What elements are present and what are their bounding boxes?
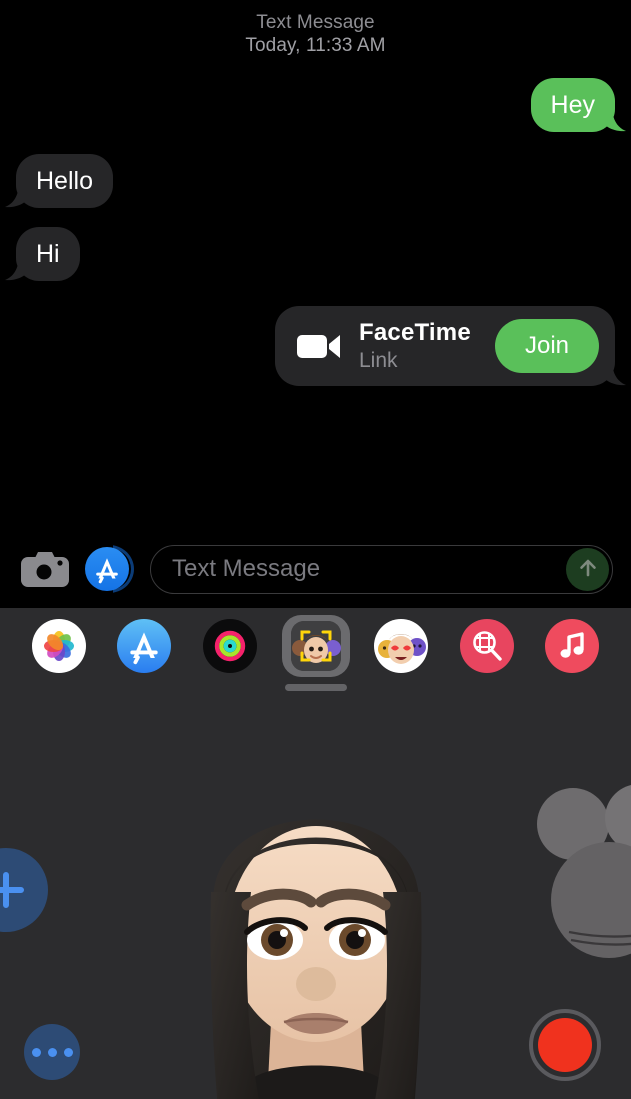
message-input-placeholder: Text Message — [172, 555, 321, 582]
message-row-outgoing: FaceTime Link Join — [0, 306, 631, 386]
thread-header: Text Message Today, 11:33 AM — [0, 0, 631, 57]
conversation-area[interactable]: Text Message Today, 11:33 AM Hey Hello H… — [0, 0, 631, 604]
new-memoji-button[interactable] — [0, 848, 48, 932]
app-drawer-item-app-store[interactable] — [102, 608, 188, 684]
record-dot-icon — [538, 1018, 592, 1072]
record-button[interactable] — [529, 1009, 601, 1081]
more-options-button[interactable] — [24, 1024, 80, 1080]
message-input-bar: Text Message — [0, 534, 631, 604]
message-bubble-hey[interactable]: Hey — [530, 78, 626, 132]
message-text: Hi — [36, 240, 60, 268]
imessage-app-drawer — [0, 608, 631, 716]
send-button[interactable] — [566, 547, 609, 591]
facetime-title: FaceTime — [359, 319, 471, 346]
images-search-icon — [459, 619, 514, 673]
app-drawer-item-memoji[interactable] — [273, 608, 359, 684]
ellipsis-dot-icon — [31, 1047, 41, 1057]
drawer-grabber[interactable] — [284, 684, 347, 691]
message-row-incoming: Hello — [0, 154, 631, 208]
app-drawer-item-emoji-stickers[interactable] — [358, 608, 444, 684]
music-note-icon — [545, 619, 600, 673]
message-bubble-hello[interactable]: Hello — [5, 154, 113, 208]
side-memoji-preview[interactable] — [529, 782, 631, 972]
ellipsis-dot-icon — [63, 1047, 73, 1057]
ellipsis-dot-icon — [47, 1047, 57, 1057]
selected-app-highlight — [281, 615, 350, 677]
message-timestamp: Today, 11:33 AM — [245, 35, 386, 56]
facetime-subtitle: Link — [359, 349, 398, 372]
message-bubble-hi[interactable]: Hi — [5, 227, 80, 281]
arrow-up-icon — [576, 556, 600, 583]
bubble-tail-left-icon — [5, 182, 31, 208]
photos-icon — [31, 619, 86, 673]
app-store-icon[interactable] — [85, 547, 129, 591]
bubble-tail-right-icon — [600, 360, 626, 386]
video-camera-icon — [297, 331, 341, 361]
memoji-icon — [290, 621, 341, 671]
message-row-incoming: Hi — [0, 227, 631, 281]
facetime-link-card[interactable]: FaceTime Link Join — [275, 306, 626, 386]
app-store-icon — [117, 619, 172, 673]
message-type-label: Text Message — [256, 12, 375, 33]
message-text: Hey — [550, 91, 595, 119]
activity-rings-icon — [202, 619, 257, 673]
app-store-button-wrap — [85, 543, 137, 595]
message-text-field[interactable]: Text Message — [150, 544, 613, 594]
app-drawer-row — [0, 608, 631, 684]
memoji-camera-stage — [0, 716, 631, 1099]
app-drawer-item-images[interactable] — [444, 608, 530, 684]
bubble-tail-right-icon — [600, 106, 626, 132]
message-text: Hello — [36, 167, 93, 195]
camera-icon[interactable] — [18, 547, 72, 591]
emoji-stickers-icon — [374, 619, 429, 673]
memoji-avatar[interactable] — [151, 722, 481, 1099]
join-button[interactable]: Join — [494, 319, 599, 373]
app-drawer-item-music[interactable] — [529, 608, 615, 684]
bubble-tail-left-icon — [5, 255, 31, 281]
app-drawer-item-photos[interactable] — [16, 608, 102, 684]
message-row-outgoing: Hey — [0, 78, 631, 132]
app-drawer-item-fitness[interactable] — [187, 608, 273, 684]
